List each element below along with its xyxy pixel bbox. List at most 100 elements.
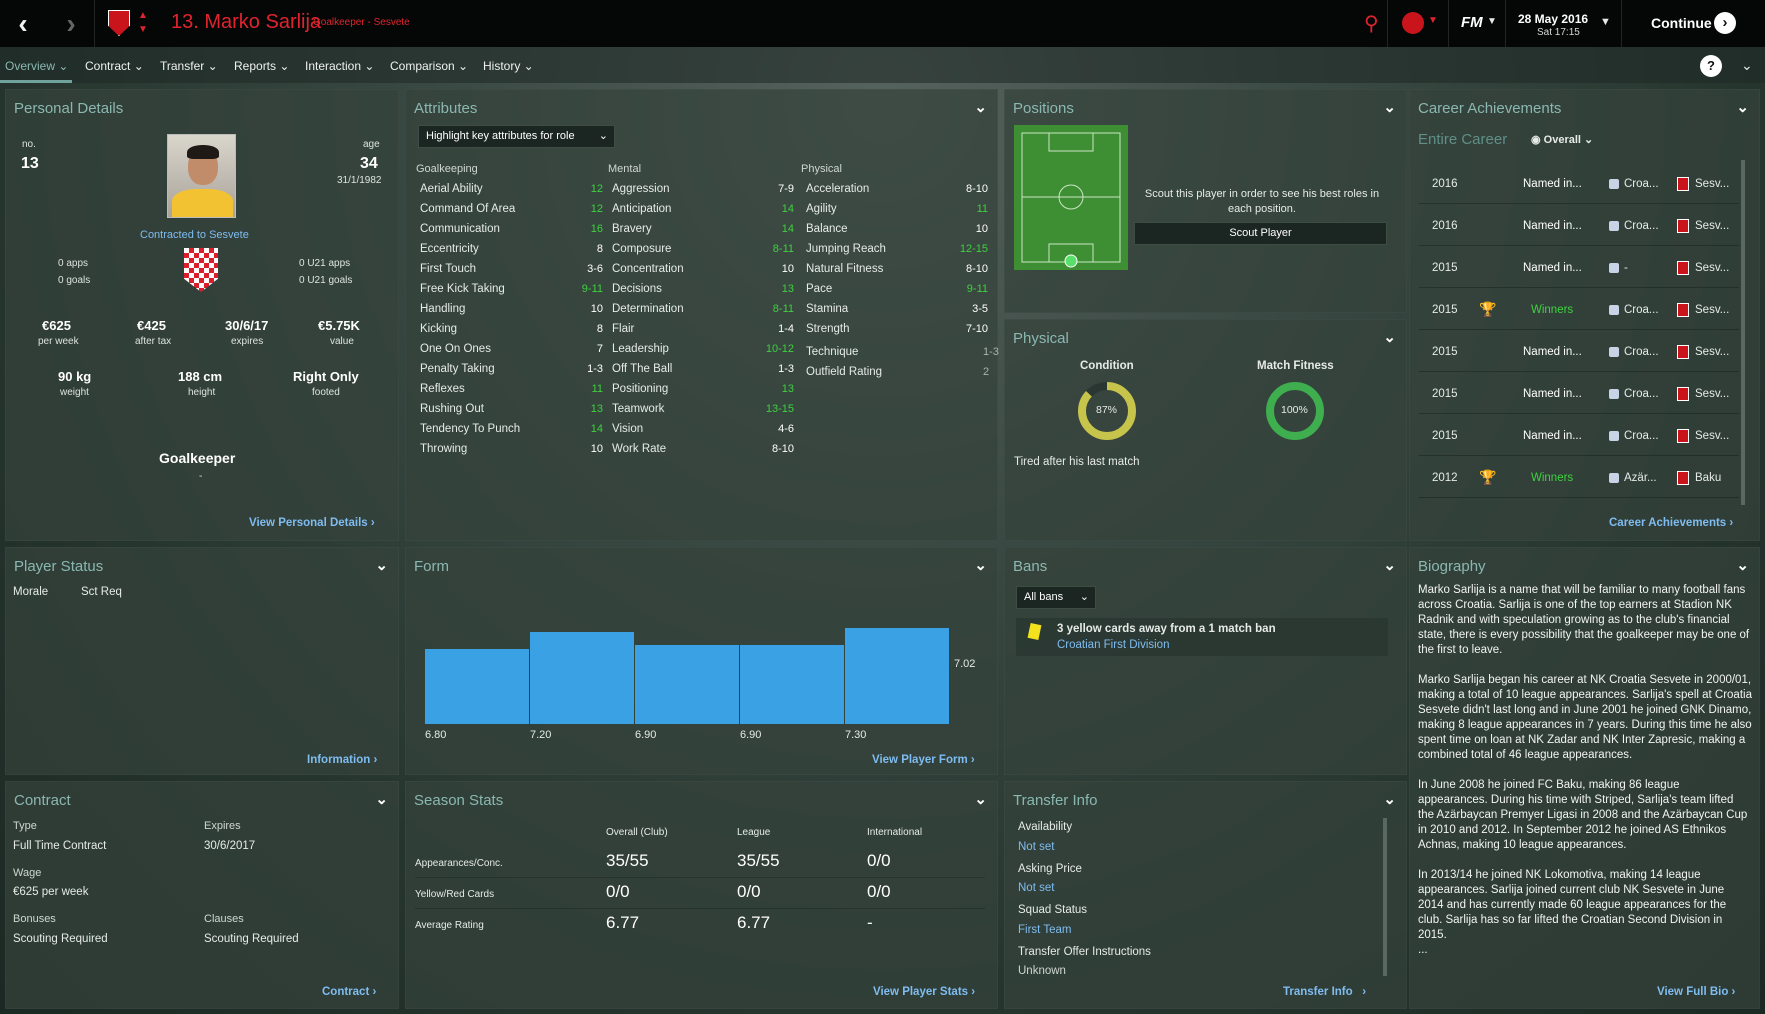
chevron-down-icon[interactable]: ⌄ [1741, 57, 1753, 74]
tab-overview[interactable]: Overview ⌄ [5, 59, 68, 73]
chevron-up-icon[interactable]: ▲ [138, 10, 148, 21]
continue-arrow-icon[interactable]: › [1714, 12, 1736, 34]
transfer-info-link[interactable]: Transfer Info › [1283, 986, 1366, 998]
tab-reports[interactable]: Reports ⌄ [234, 59, 289, 73]
physical-panel: Physical ⌄ [1004, 319, 1407, 541]
panel-menu-chevron-icon[interactable]: ⌄ [1383, 98, 1396, 116]
panel-menu-chevron-icon[interactable]: ⌄ [1736, 98, 1749, 116]
panel-menu-chevron-icon[interactable]: ⌄ [375, 790, 388, 808]
ban-competition-link[interactable]: Croatian First Division [1057, 639, 1169, 651]
form-bar[interactable] [635, 644, 739, 724]
career-filter-dropdown[interactable]: ◉ Overall ⌄ [1531, 133, 1593, 146]
panel-menu-chevron-icon[interactable]: ⌄ [1383, 328, 1396, 346]
attr-value: 1-3 [983, 346, 999, 358]
chevron-down-icon[interactable]: ▼ [1428, 15, 1438, 26]
chevron-down-icon[interactable]: ▼ [1600, 16, 1611, 28]
scout-player-button[interactable]: Scout Player [1134, 222, 1387, 245]
panel-title: Bans [1013, 558, 1048, 575]
form-bar[interactable] [425, 649, 529, 724]
panel-menu-chevron-icon[interactable]: ⌄ [1736, 556, 1749, 574]
career-row[interactable]: 2015 Named in... Croa... Sesv... [1419, 417, 1739, 456]
chevron-down-icon[interactable]: ▼ [138, 24, 148, 35]
attr-name: Kicking [420, 323, 458, 335]
panel-menu-chevron-icon[interactable]: ⌄ [974, 790, 987, 808]
continue-button[interactable]: Continue [1651, 15, 1712, 31]
form-bar[interactable] [845, 628, 949, 724]
bio-paragraph: Marko Sarlija is a name that will be fam… [1418, 584, 1750, 656]
tab-interaction[interactable]: Interaction ⌄ [305, 59, 374, 73]
competition-icon [1609, 431, 1619, 441]
contract-link[interactable]: Contract › [322, 986, 376, 998]
club-crest-icon [1677, 303, 1689, 317]
stat-value: 35/55 [606, 851, 649, 870]
club-crest-icon [1677, 345, 1689, 359]
panel-title: Player Status [14, 558, 104, 575]
career-row[interactable]: 2015 Named in... Croa... Sesv... [1419, 333, 1739, 372]
career-achievements-link[interactable]: Career Achievements › [1609, 517, 1733, 529]
divider [1448, 0, 1449, 47]
highlight-dropdown[interactable]: Highlight key attributes for role ⌄ [418, 125, 615, 148]
panel-menu-chevron-icon[interactable]: ⌄ [1383, 790, 1396, 808]
contracted-link[interactable]: Contracted to Sesvete [140, 229, 249, 241]
back-arrow-icon[interactable]: ‹ [0, 0, 46, 47]
career-club: Sesv... [1695, 220, 1730, 232]
forward-arrow-icon[interactable]: › [48, 0, 94, 47]
tab-comparison[interactable]: Comparison ⌄ [390, 59, 468, 73]
career-row[interactable]: 2012 🏆 Winners Azär... Baku [1419, 459, 1739, 498]
view-player-stats-link[interactable]: View Player Stats › [873, 986, 975, 998]
tab-history[interactable]: History ⌄ [483, 59, 534, 73]
age-label: age [363, 139, 380, 150]
panel-menu-chevron-icon[interactable]: ⌄ [1383, 556, 1396, 574]
transfer-scrollbar[interactable] [1383, 818, 1387, 976]
game-date[interactable]: 28 May 2016 [1518, 12, 1588, 26]
search-icon[interactable]: ⚲ [1364, 11, 1379, 36]
career-row[interactable]: 2015 Named in... - Sesv... [1419, 249, 1739, 288]
club-crest-icon [1677, 387, 1689, 401]
career-year: 2015 [1432, 388, 1458, 400]
fm-menu-button[interactable]: FM [1461, 14, 1483, 31]
availability-value[interactable]: Not set [1018, 841, 1054, 853]
attr-name: Rushing Out [420, 403, 484, 415]
foot-label: footed [312, 387, 340, 398]
career-row[interactable]: 2016 Named in... Croa... Sesv... [1419, 165, 1739, 204]
tab-transfer[interactable]: Transfer ⌄ [160, 59, 218, 73]
panel-title: Physical [1013, 330, 1069, 347]
panel-menu-chevron-icon[interactable]: ⌄ [974, 98, 987, 116]
view-full-bio-link[interactable]: View Full Bio › [1657, 986, 1735, 998]
career-row[interactable]: 2016 Named in... Croa... Sesv... [1419, 207, 1739, 246]
help-icon[interactable]: ? [1700, 55, 1722, 77]
career-row[interactable]: 2015 🏆 Winners Croa... Sesv... [1419, 291, 1739, 330]
player-status-panel: Player Status ⌄ [5, 547, 399, 775]
view-player-form-link[interactable]: View Player Form › [872, 754, 975, 766]
career-scrollbar[interactable] [1741, 160, 1745, 505]
tab-entire-career[interactable]: Entire Career [1418, 131, 1507, 148]
form-bar[interactable] [740, 644, 844, 724]
transfer-offer-instructions-label: Transfer Offer Instructions [1018, 946, 1151, 958]
career-row[interactable]: 2015 Named in... Croa... Sesv... [1419, 375, 1739, 414]
panel-title: Positions [1013, 100, 1074, 117]
tab-contract[interactable]: Contract ⌄ [85, 59, 144, 73]
attr-value: 13-15 [765, 403, 794, 415]
career-competition: Croa... [1624, 178, 1659, 190]
club-menu-icon[interactable] [1402, 12, 1424, 34]
career-club: Sesv... [1695, 262, 1730, 274]
bans-filter-dropdown[interactable]: All bans ⌄ [1016, 586, 1096, 609]
competition-icon [1609, 347, 1619, 357]
attr-name: Outfield Rating [806, 366, 883, 378]
panel-menu-chevron-icon[interactable]: ⌄ [974, 556, 987, 574]
form-bar-label: 6.90 [635, 729, 657, 741]
career-club: Sesv... [1695, 304, 1730, 316]
view-personal-details-link[interactable]: View Personal Details › [249, 517, 375, 529]
attr-value: 14 [781, 223, 794, 235]
attr-value: 12 [590, 203, 603, 215]
squad-status-value[interactable]: First Team [1018, 924, 1071, 936]
panel-menu-chevron-icon[interactable]: ⌄ [375, 556, 388, 574]
form-bar[interactable] [530, 632, 634, 724]
attr-name: Pace [806, 283, 833, 295]
pitch-diagram [1014, 125, 1128, 270]
attr-name: First Touch [420, 263, 477, 275]
mental-header: Mental [608, 163, 642, 175]
bans-panel: Bans ⌄ [1004, 547, 1407, 775]
information-link[interactable]: Information › [307, 754, 377, 766]
asking-price-value[interactable]: Not set [1018, 882, 1054, 894]
